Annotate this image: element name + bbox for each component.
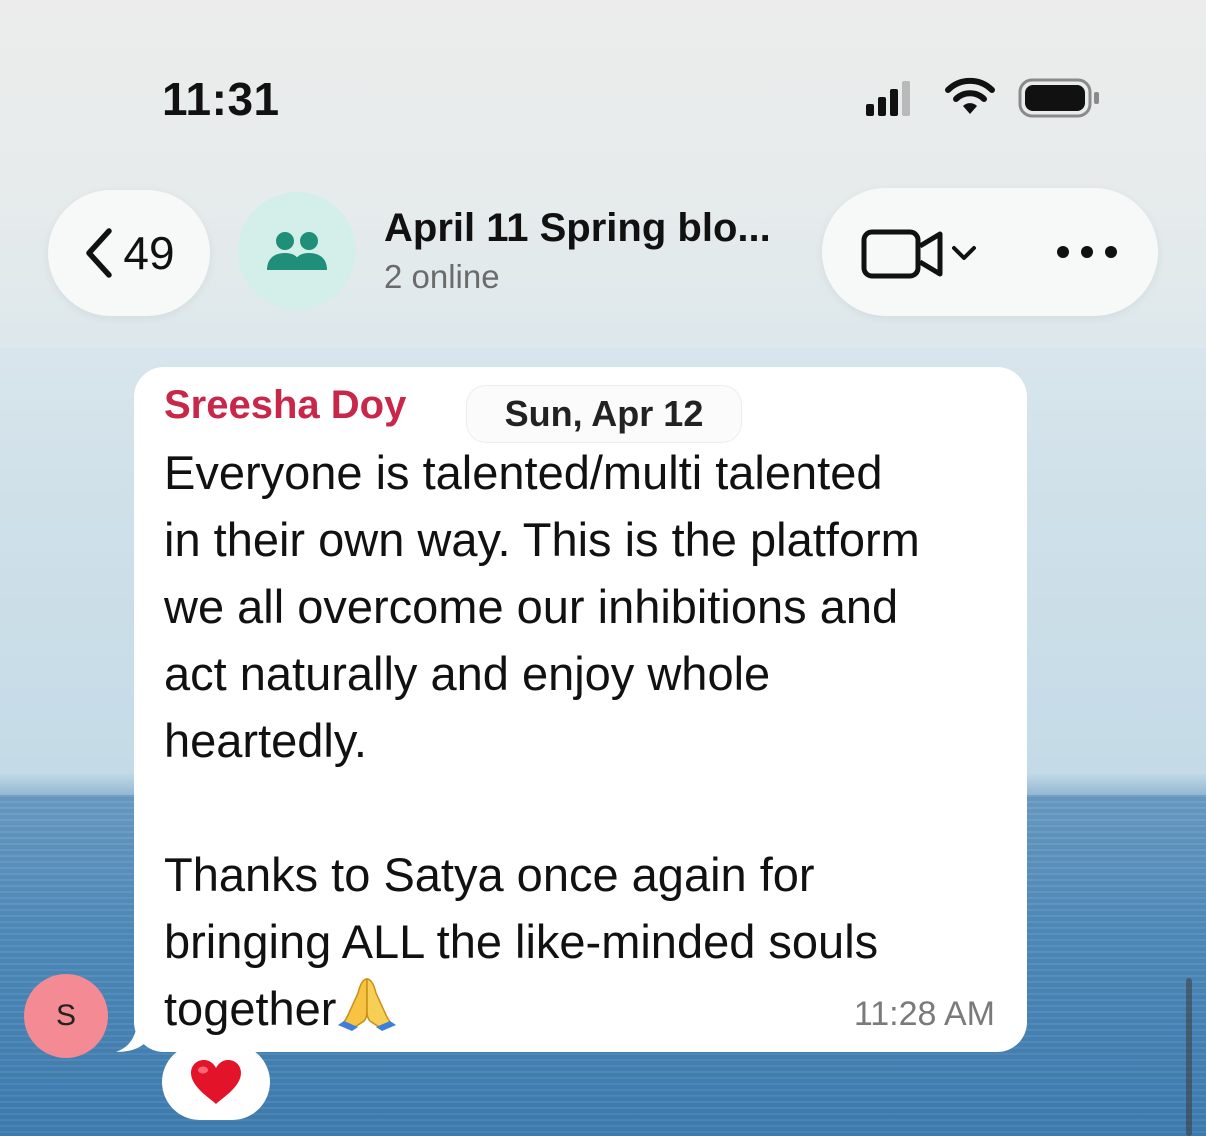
message-line: Thanks to Satya once again for: [164, 848, 815, 901]
status-time: 11:31: [162, 73, 280, 125]
folded-hands-icon: [338, 978, 397, 1031]
more-options-icon[interactable]: [1054, 240, 1120, 264]
call-actions: [822, 188, 1158, 316]
cellular-signal-icon: [866, 80, 912, 116]
red-heart-icon: [191, 1060, 241, 1104]
sender-name[interactable]: Sreesha Doy: [164, 383, 406, 428]
message-line: in their own way. This is the platform: [164, 513, 920, 566]
back-button[interactable]: 49: [48, 190, 210, 316]
message-line: bringing ALL the like-minded souls: [164, 915, 879, 968]
sender-avatar[interactable]: S: [24, 974, 108, 1058]
message-text: Everyone is talented/multi talented in t…: [164, 439, 1004, 1042]
unread-count: 49: [123, 227, 175, 279]
message-line: Everyone is talented/multi talented: [164, 446, 883, 499]
heart-reaction[interactable]: [162, 1044, 270, 1120]
chat-title[interactable]: April 11 Spring blo...: [384, 206, 771, 251]
date-separator: Sun, Apr 12: [466, 385, 742, 443]
battery-icon: [1018, 78, 1099, 118]
online-status: 2 online: [384, 258, 500, 295]
group-people-icon: [267, 232, 327, 270]
chevron-left-icon: [86, 228, 113, 278]
group-avatar[interactable]: [238, 192, 356, 310]
message-line: heartedly.: [164, 714, 367, 767]
video-call-icon[interactable]: [860, 226, 980, 282]
wifi-icon: [945, 77, 995, 114]
message-line: act naturally and enjoy whole: [164, 647, 771, 700]
message-bubble[interactable]: Sreesha Doy Sun, Apr 12 Everyone is tale…: [134, 367, 1027, 1052]
message-line: we all overcome our inhibitions and: [164, 580, 899, 633]
scrollbar[interactable]: [1186, 978, 1192, 1136]
message-time: 11:28 AM: [853, 995, 995, 1033]
message-line-text: together: [164, 982, 337, 1035]
